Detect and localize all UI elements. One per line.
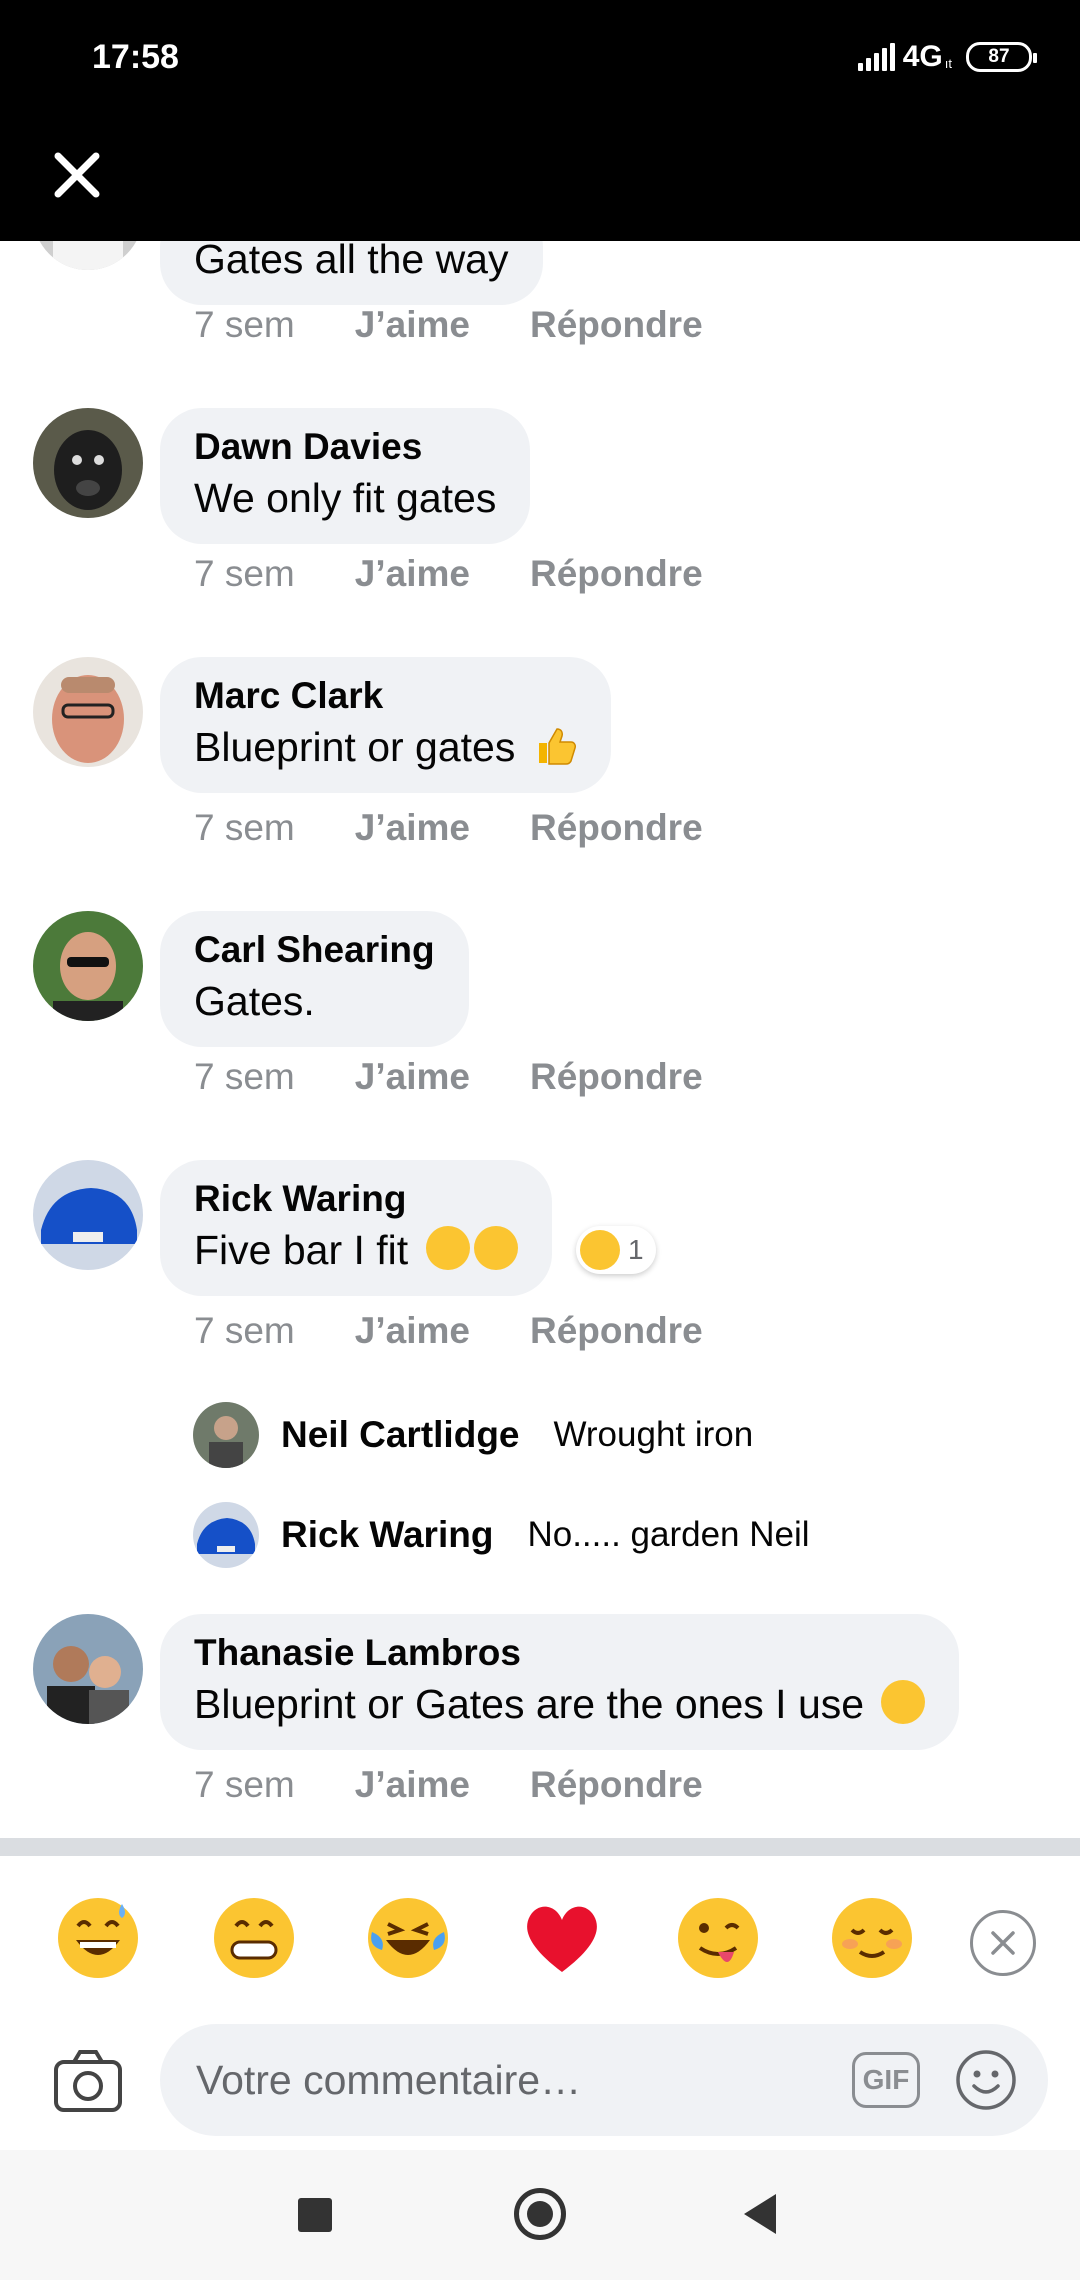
comment-meta: 7 sem J’aime Répondre [194, 1764, 703, 1806]
reaction-count: 1 [628, 1234, 644, 1265]
smirking-face-emoji [473, 1226, 518, 1270]
reply-text: No..... garden Neil [527, 1515, 810, 1554]
battery-level: 87 [988, 46, 1010, 67]
home-icon[interactable] [514, 2188, 566, 2240]
comment-bubble[interactable]: Dawn Davies We only fit gates [160, 408, 531, 544]
reply-author[interactable]: Rick Waring [281, 1514, 493, 1556]
signal-icon [857, 43, 895, 71]
comment-text: Gates. [194, 978, 315, 1024]
like-link[interactable]: J’aime [355, 807, 470, 849]
reply-link[interactable]: Répondre [530, 1056, 703, 1098]
avatar[interactable] [193, 1402, 259, 1468]
avatar[interactable] [33, 911, 143, 1021]
comment-text: We only fit gates [194, 475, 497, 521]
status-icons: 4G ıt 87 [857, 40, 1037, 74]
avatar[interactable] [33, 1614, 143, 1724]
avatar[interactable] [33, 1160, 143, 1270]
comments-list[interactable]: Gates all the way 7 sem J’aime Répondre … [0, 0, 1080, 1840]
winking-tongue-emoji[interactable] [676, 1896, 760, 1980]
comment-input-wrap[interactable]: GIF [160, 2024, 1048, 2136]
reply-link[interactable]: Répondre [530, 553, 703, 595]
battery-icon: 87 [966, 42, 1037, 72]
reply-link[interactable]: Répondre [530, 807, 703, 849]
reply-link[interactable]: Répondre [530, 1764, 703, 1806]
comment-author[interactable]: Rick Waring [194, 1176, 518, 1222]
reply-link[interactable]: Répondre [530, 304, 703, 346]
winking-face-emoji [881, 1680, 926, 1724]
comment-time[interactable]: 7 sem [194, 1764, 295, 1806]
reply-item[interactable]: Rick Waring No..... garden Neil [193, 1502, 810, 1568]
relieved-face-emoji[interactable] [830, 1896, 914, 1980]
recents-icon[interactable] [298, 2198, 332, 2232]
close-icon[interactable] [52, 150, 102, 200]
comment-meta: 7 sem J’aime Répondre [194, 807, 703, 849]
like-link[interactable]: J’aime [355, 1056, 470, 1098]
reaction-badge[interactable]: 1 [576, 1226, 656, 1274]
comment-input[interactable] [196, 2050, 756, 2110]
comment-bubble[interactable]: Rick Waring Five bar I fit [160, 1160, 552, 1296]
smiley-icon[interactable] [954, 2048, 1018, 2112]
comment-meta: 7 sem J’aime Répondre [194, 1056, 703, 1098]
top-bar: 17:58 4G ıt 87 [0, 0, 1080, 241]
avatar[interactable] [33, 408, 143, 518]
network-type: 4G [902, 40, 943, 73]
gif-button[interactable]: GIF [852, 2052, 920, 2108]
camera-icon[interactable] [52, 2048, 124, 2114]
comment-meta: 7 sem J’aime Répondre [194, 553, 703, 595]
comment-composer: GIF [0, 2016, 1080, 2146]
red-heart-emoji[interactable] [520, 1896, 604, 1980]
back-icon[interactable] [744, 2194, 776, 2234]
like-link[interactable]: J’aime [355, 304, 470, 346]
comment-bubble[interactable]: Thanasie Lambros Blueprint or Gates are … [160, 1614, 960, 1750]
crying-laughing-emoji[interactable] [366, 1896, 450, 1980]
divider [0, 1838, 1080, 1856]
comment-author[interactable]: Carl Shearing [194, 927, 435, 973]
reply-link[interactable]: Répondre [530, 1310, 703, 1352]
system-nav-bar [0, 2150, 1080, 2280]
like-link[interactable]: J’aime [355, 553, 470, 595]
comment-time[interactable]: 7 sem [194, 807, 295, 849]
dismiss-emoji-bar-icon[interactable] [970, 1910, 1036, 1976]
comment-time[interactable]: 7 sem [194, 1310, 295, 1352]
comment-meta: 7 sem J’aime Répondre [194, 1310, 703, 1352]
avatar[interactable] [33, 657, 143, 767]
network-sub: ıt [944, 55, 952, 71]
comment-text: Five bar I fit [194, 1222, 518, 1278]
like-link[interactable]: J’aime [355, 1764, 470, 1806]
comment-meta: 7 sem J’aime Répondre [194, 304, 703, 346]
comment-text-content: Blueprint or Gates are the ones I use [194, 1681, 865, 1727]
reply-text: Wrought iron [553, 1415, 754, 1454]
comment-bubble[interactable]: Carl Shearing Gates. [160, 911, 469, 1047]
beaming-face-emoji[interactable] [212, 1896, 296, 1980]
avatar[interactable] [193, 1502, 259, 1568]
thinking-face-emoji [425, 1226, 470, 1270]
like-link[interactable]: J’aime [355, 1310, 470, 1352]
comment-time[interactable]: 7 sem [194, 553, 295, 595]
comment-author[interactable]: Thanasie Lambros [194, 1630, 925, 1676]
comment-text-content: Blueprint or gates [194, 724, 516, 770]
reply-item[interactable]: Neil Cartlidge Wrought iron [193, 1402, 753, 1468]
comment-time[interactable]: 7 sem [194, 304, 295, 346]
thumbs-up-emoji [533, 723, 577, 767]
comment-bubble[interactable]: Marc Clark Blueprint or gates [160, 657, 611, 793]
comment-text: Blueprint or Gates are the ones I use [194, 1676, 926, 1732]
grinning-sweat-emoji[interactable] [56, 1896, 140, 1980]
quick-emoji-bar [0, 1856, 1080, 2016]
comment-author[interactable]: Dawn Davies [194, 424, 496, 470]
gif-label: GIF [862, 2064, 910, 2095]
status-time: 17:58 [92, 38, 179, 76]
reply-author[interactable]: Neil Cartlidge [281, 1414, 520, 1456]
comment-time[interactable]: 7 sem [194, 1056, 295, 1098]
comment-text: Blueprint or gates [194, 719, 577, 775]
comment-author[interactable]: Marc Clark [194, 673, 577, 719]
comment-text-content: Five bar I fit [194, 1227, 409, 1273]
laughing-reaction-icon [580, 1230, 620, 1270]
